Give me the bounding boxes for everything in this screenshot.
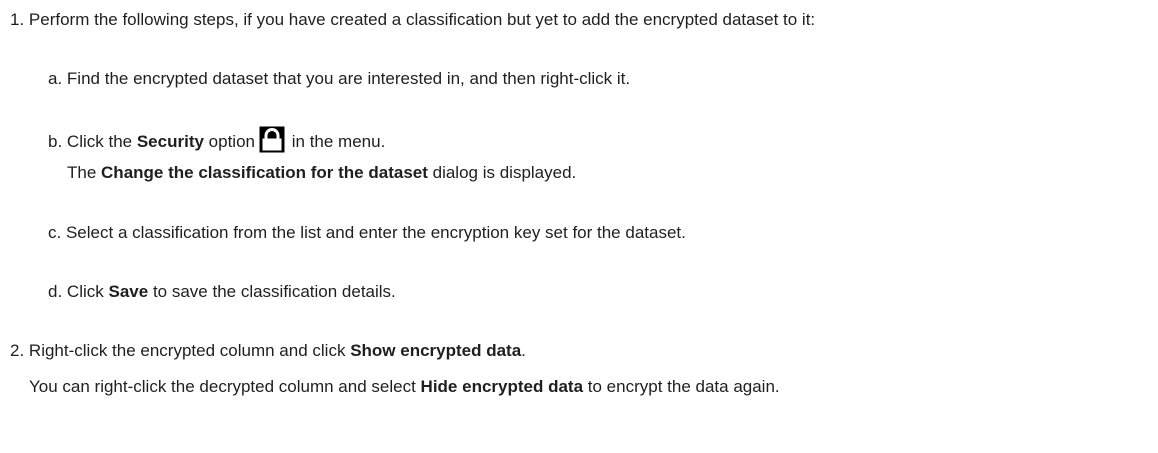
substep-text-post: to save the classification details. — [152, 282, 396, 301]
substep-text-post2: in the menu. — [291, 132, 386, 151]
dialog-name: Change the classification for the datase… — [101, 163, 428, 182]
substep-a: a. Find the encrypted dataset that you a… — [48, 68, 630, 90]
step-text-post: . — [521, 341, 526, 360]
step-number: 1. — [10, 10, 25, 29]
substep-text-pre: Click the — [66, 132, 133, 151]
substep-c: c. Select a classification from the list… — [48, 222, 686, 244]
step-number: 2. — [10, 341, 25, 360]
step-text: Perform the following steps, if you have… — [28, 10, 816, 29]
result-text-pre: The — [67, 163, 97, 182]
result-text-post: to encrypt the data again. — [587, 377, 780, 396]
substep-b-result: The Change the classification for the da… — [67, 162, 576, 184]
result-text-pre: You can right-click the decrypted column… — [29, 377, 416, 396]
show-encrypted-data-label: Show encrypted data — [350, 341, 522, 360]
substep-text: Find the encrypted dataset that you are … — [66, 69, 631, 88]
step-text-pre: Right-click the encrypted column and cli… — [28, 341, 346, 360]
substep-letter: a. — [48, 69, 63, 88]
substep-text-post: option — [208, 132, 255, 151]
substep-letter: c. — [48, 223, 62, 242]
substep-letter: b. — [48, 132, 63, 151]
security-option-label: Security — [136, 132, 204, 151]
result-text-post: dialog is displayed. — [432, 163, 577, 182]
save-label: Save — [108, 282, 149, 301]
step-2-result: You can right-click the decrypted column… — [29, 376, 780, 398]
substep-text: Select a classification from the list an… — [65, 223, 686, 242]
substep-b: b. Click the Security option in the menu… — [48, 126, 385, 153]
substep-letter: d. — [48, 282, 63, 301]
lock-icon — [259, 126, 285, 153]
step-2: 2. Right-click the encrypted column and … — [10, 340, 526, 362]
substep-d: d. Click Save to save the classification… — [48, 281, 396, 303]
substep-text-pre: Click — [66, 282, 104, 301]
hide-encrypted-data-label: Hide encrypted data — [420, 377, 584, 396]
step-1: 1. Perform the following steps, if you h… — [10, 9, 815, 31]
